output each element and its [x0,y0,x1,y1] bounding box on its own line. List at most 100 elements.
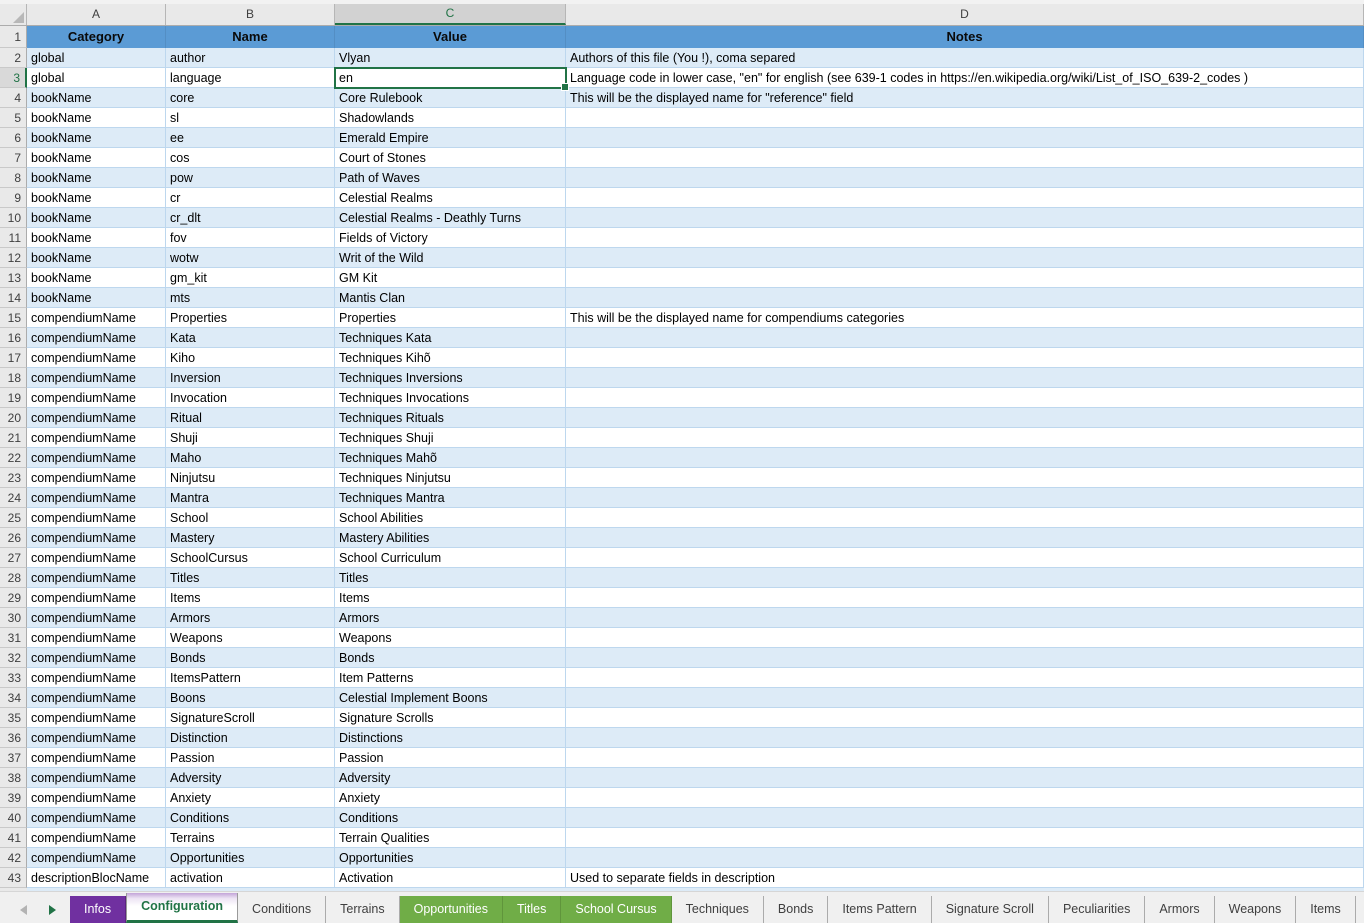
cell-name[interactable]: Armors [166,608,335,628]
cell-category[interactable]: compendiumName [27,428,166,448]
cell-name[interactable]: pow [166,168,335,188]
row-header-19[interactable]: 19 [0,388,27,408]
cell-value[interactable]: Celestial Implement Boons [335,688,566,708]
row-header-28[interactable]: 28 [0,568,27,588]
cell-name[interactable]: cr [166,188,335,208]
cell-name[interactable]: Mastery [166,528,335,548]
header-cell-value[interactable]: Value [335,26,566,48]
sheet-tab-techniques[interactable]: Techniques [672,896,764,923]
cell-value[interactable]: Emerald Empire [335,128,566,148]
cell-notes[interactable] [566,748,1364,768]
cell-notes[interactable] [566,588,1364,608]
row-header-15[interactable]: 15 [0,308,27,328]
cell-value[interactable]: Techniques Mantra [335,488,566,508]
cell-category[interactable]: compendiumName [27,408,166,428]
row-header-25[interactable]: 25 [0,508,27,528]
row-header-23[interactable]: 23 [0,468,27,488]
cell-notes[interactable] [566,388,1364,408]
cell-category[interactable]: compendiumName [27,528,166,548]
cell-notes[interactable] [566,108,1364,128]
sheet-tab-bonds[interactable]: Bonds [764,896,828,923]
header-cell-name[interactable]: Name [166,26,335,48]
sheet-nav-left-icon[interactable] [20,905,27,915]
cell-category[interactable]: compendiumName [27,448,166,468]
cell-value[interactable]: Terrain Qualities [335,828,566,848]
cell-notes[interactable] [566,348,1364,368]
cell-value[interactable]: Item Patterns [335,668,566,688]
cell-name[interactable]: Invocation [166,388,335,408]
cell-value[interactable]: Techniques Inversions [335,368,566,388]
cell-value[interactable]: Celestial Realms - Deathly Turns [335,208,566,228]
cell-value[interactable]: Path of Waves [335,168,566,188]
cell-notes[interactable] [566,328,1364,348]
row-header-42[interactable]: 42 [0,848,27,868]
row-header-41[interactable]: 41 [0,828,27,848]
cell-notes[interactable] [566,368,1364,388]
cell-notes[interactable] [566,168,1364,188]
cell-value[interactable]: Techniques Kihõ [335,348,566,368]
cell-name[interactable]: Ritual [166,408,335,428]
cell-name[interactable]: SchoolCursus [166,548,335,568]
cell-value[interactable]: Techniques Shuji [335,428,566,448]
cell-name[interactable]: Boons [166,688,335,708]
cell-value[interactable]: Celestial Realms [335,188,566,208]
row-header-30[interactable]: 30 [0,608,27,628]
cell-value[interactable]: Techniques Rituals [335,408,566,428]
cell-name[interactable]: ItemsPattern [166,668,335,688]
cell-notes[interactable] [566,808,1364,828]
cell-category[interactable]: bookName [27,168,166,188]
cell-notes[interactable] [566,148,1364,168]
cell-category[interactable]: global [27,48,166,68]
cell-notes[interactable] [566,528,1364,548]
cell-value[interactable]: Armors [335,608,566,628]
cell-category[interactable]: compendiumName [27,668,166,688]
cell-category[interactable]: bookName [27,208,166,228]
column-header-b[interactable]: B [166,4,335,25]
cell-notes[interactable] [566,228,1364,248]
cell-notes[interactable] [566,188,1364,208]
cell-name[interactable]: Kiho [166,348,335,368]
cell-notes[interactable]: This will be the displayed name for "ref… [566,88,1364,108]
row-header-34[interactable]: 34 [0,688,27,708]
cell-value[interactable]: Passion [335,748,566,768]
cell-value[interactable]: Opportunities [335,848,566,868]
cell-notes[interactable] [566,688,1364,708]
cell-name[interactable]: Distinction [166,728,335,748]
row-header-18[interactable]: 18 [0,368,27,388]
cell-value[interactable]: Techniques Ninjutsu [335,468,566,488]
sheet-tab-peculiarities[interactable]: Peculiarities [1049,896,1145,923]
cell-category[interactable]: compendiumName [27,608,166,628]
select-all-corner[interactable] [0,4,27,25]
cell-category[interactable]: compendiumName [27,568,166,588]
cell-name[interactable]: Weapons [166,628,335,648]
row-header-8[interactable]: 8 [0,168,27,188]
sheet-tab-infos[interactable]: Infos [70,896,126,923]
cell-value[interactable]: Activation [335,868,566,888]
cell-name[interactable]: cr_dlt [166,208,335,228]
cell-name[interactable]: Passion [166,748,335,768]
cell-notes[interactable] [566,728,1364,748]
row-header-5[interactable]: 5 [0,108,27,128]
sheet-tab-items[interactable]: Items [1296,896,1356,923]
sheet-tab-signature-scroll[interactable]: Signature Scroll [932,896,1049,923]
header-cell-notes[interactable]: Notes [566,26,1364,48]
sheet-tab-configuration[interactable]: Configuration [126,893,238,923]
cell-notes[interactable] [566,848,1364,868]
sheet-tab-conditions[interactable]: Conditions [238,896,326,923]
cell-category[interactable]: bookName [27,188,166,208]
cell-value[interactable]: School Curriculum [335,548,566,568]
row-header-11[interactable]: 11 [0,228,27,248]
cell-value[interactable]: Court of Stones [335,148,566,168]
cell-value[interactable]: Techniques Invocations [335,388,566,408]
row-header-17[interactable]: 17 [0,348,27,368]
cell-notes[interactable] [566,448,1364,468]
cell-notes[interactable]: Language code in lower case, "en" for en… [566,68,1364,88]
cell-category[interactable]: compendiumName [27,648,166,668]
cell-value[interactable]: Shadowlands [335,108,566,128]
row-header-4[interactable]: 4 [0,88,27,108]
row-header-27[interactable]: 27 [0,548,27,568]
cell-category[interactable]: compendiumName [27,588,166,608]
cell-category[interactable]: compendiumName [27,708,166,728]
cell-name[interactable]: sl [166,108,335,128]
cell-notes[interactable] [566,768,1364,788]
